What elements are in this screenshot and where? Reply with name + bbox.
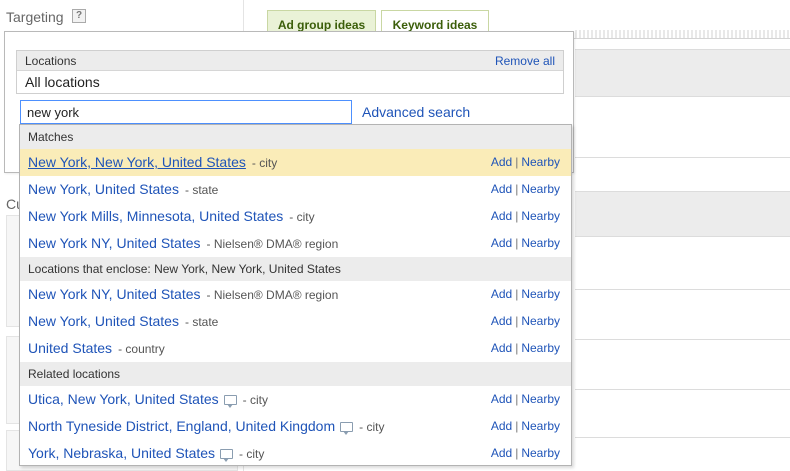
separator: | (515, 419, 519, 433)
add-button[interactable]: Add (491, 287, 512, 301)
list-item[interactable]: North Tyneside District, England, United… (20, 413, 571, 440)
divider (575, 289, 790, 290)
location-link[interactable]: York, Nebraska, United States (28, 445, 215, 461)
list-item[interactable]: New York, United States - state Add | Nearb… (20, 176, 571, 203)
list-item[interactable]: York, Nebraska, United States - city Add |… (20, 440, 571, 467)
advanced-search-link[interactable]: Advanced search (362, 104, 470, 120)
matches-header: Matches (20, 125, 571, 149)
list-item[interactable]: New York NY, United States - Nielsen® DMA… (20, 230, 571, 257)
targeting-title: Targeting (6, 9, 64, 25)
list-item[interactable]: United States - country Add | Nearby (20, 335, 571, 362)
speech-bubble-icon[interactable] (340, 422, 354, 435)
enclosing-locations-header: Locations that enclose: New York, New Yo… (20, 257, 571, 281)
separator: | (515, 287, 519, 301)
location-suggestions-dropdown: Matches New York, New York, United State… (19, 124, 572, 466)
nearby-button[interactable]: Nearby (521, 446, 560, 460)
divider (575, 339, 790, 340)
location-type: - Nielsen® DMA® region (206, 237, 339, 251)
separator: | (515, 209, 519, 223)
location-link[interactable]: New York, New York, United States (28, 154, 246, 170)
speech-bubble-icon[interactable] (223, 395, 237, 408)
location-link[interactable]: North Tyneside District, England, United… (28, 418, 335, 434)
location-type: - city (289, 210, 315, 224)
location-link[interactable]: United States (28, 340, 112, 356)
divider (575, 389, 790, 390)
nearby-button[interactable]: Nearby (521, 236, 560, 250)
location-link[interactable]: New York NY, United States (28, 235, 201, 251)
speech-bubble-icon[interactable] (220, 449, 234, 462)
nearby-button[interactable]: Nearby (521, 155, 560, 169)
location-type: - city (359, 420, 385, 434)
list-item[interactable]: New York NY, United States - Nielsen® DMA… (20, 281, 571, 308)
divider (575, 157, 790, 158)
location-link[interactable]: New York, United States (28, 181, 179, 197)
location-link[interactable]: New York, United States (28, 313, 179, 329)
location-type: - city (242, 393, 268, 407)
add-button[interactable]: Add (491, 209, 512, 223)
nearby-button[interactable]: Nearby (521, 392, 560, 406)
add-button[interactable]: Add (491, 236, 512, 250)
location-type: - country (118, 342, 165, 356)
nearby-button[interactable]: Nearby (521, 182, 560, 196)
locations-box: Locations Remove all All locations (16, 50, 564, 94)
list-item[interactable]: New York Mills, Minnesota, United States… (20, 203, 571, 230)
add-button[interactable]: Add (491, 155, 512, 169)
related-locations-header: Related locations (20, 362, 571, 386)
locations-header: Locations Remove all (17, 51, 563, 71)
location-search-input[interactable] (20, 100, 352, 124)
location-type: - state (184, 315, 219, 329)
list-item[interactable]: Utica, New York, United States - city Add… (20, 386, 571, 413)
location-link[interactable]: New York Mills, Minnesota, United States (28, 208, 283, 224)
results-header-band (575, 191, 790, 237)
help-icon[interactable]: ? (72, 9, 86, 23)
add-button[interactable]: Add (491, 419, 512, 433)
location-type: - city (251, 156, 278, 170)
separator: | (515, 182, 519, 196)
separator: | (515, 341, 519, 355)
results-header-band (575, 49, 790, 97)
list-item[interactable]: New York, United States - state Add | Nearb… (20, 308, 571, 335)
separator: | (515, 392, 519, 406)
add-button[interactable]: Add (491, 341, 512, 355)
selected-locations: All locations (25, 74, 100, 90)
tab-bar-stripe (575, 30, 790, 38)
nearby-button[interactable]: Nearby (521, 341, 560, 355)
separator: | (515, 155, 519, 169)
nearby-button[interactable]: Nearby (521, 314, 560, 328)
add-button[interactable]: Add (491, 446, 512, 460)
separator: | (515, 446, 519, 460)
add-button[interactable]: Add (491, 182, 512, 196)
nearby-button[interactable]: Nearby (521, 209, 560, 223)
location-type: - Nielsen® DMA® region (206, 288, 339, 302)
separator: | (515, 236, 519, 250)
add-button[interactable]: Add (491, 314, 512, 328)
location-type: - city (239, 447, 265, 461)
separator: | (515, 314, 519, 328)
locations-header-label: Locations (25, 54, 77, 68)
location-link[interactable]: Utica, New York, United States (28, 391, 219, 407)
location-type: - state (184, 183, 219, 197)
divider (575, 437, 790, 438)
nearby-button[interactable]: Nearby (521, 287, 560, 301)
location-link[interactable]: New York NY, United States (28, 286, 201, 302)
list-item[interactable]: New York, New York, United States - city … (20, 149, 571, 176)
nearby-button[interactable]: Nearby (521, 419, 560, 433)
remove-all-link[interactable]: Remove all (495, 51, 555, 71)
add-button[interactable]: Add (491, 392, 512, 406)
